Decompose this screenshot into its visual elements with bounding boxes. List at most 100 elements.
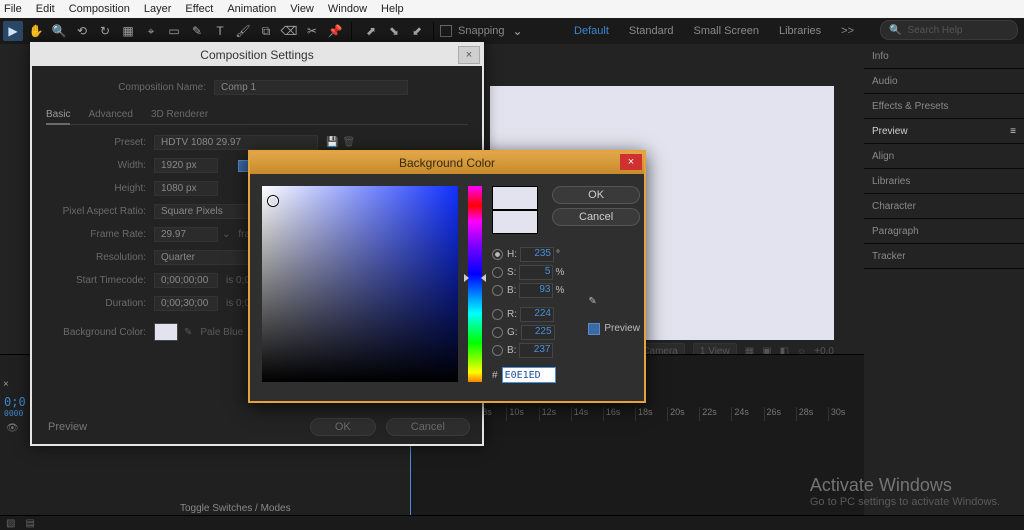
- clone-tool-icon[interactable]: ⧉: [256, 21, 276, 41]
- camera-tool-icon[interactable]: ▦: [118, 21, 138, 41]
- menu-window[interactable]: Window: [328, 3, 367, 15]
- comp-dlg-titlebar[interactable]: Composition Settings ×: [32, 44, 482, 66]
- panel-effects[interactable]: Effects & Presets: [864, 94, 1024, 119]
- bl-input[interactable]: 237: [519, 343, 553, 358]
- height-label: Height:: [46, 183, 146, 194]
- bgcolor-swatch[interactable]: [154, 323, 178, 341]
- green-radio[interactable]: [492, 327, 503, 338]
- preset-trash-icon[interactable]: 🗑: [342, 137, 355, 148]
- snapping-checkbox[interactable]: [440, 25, 452, 37]
- color-dlg-titlebar[interactable]: Background Color ×: [250, 152, 644, 174]
- workspace-more[interactable]: >>: [841, 25, 854, 37]
- panel-align[interactable]: Align: [864, 144, 1024, 169]
- view-axis-icon[interactable]: ⬋: [407, 21, 427, 41]
- menu-bar: File Edit Composition Layer Effect Anima…: [0, 0, 1024, 19]
- zoom-tool-icon[interactable]: 🔍: [49, 21, 69, 41]
- comp-tab-advanced[interactable]: Advanced: [88, 109, 132, 120]
- s-input[interactable]: 5: [519, 265, 553, 280]
- panel-audio[interactable]: Audio: [864, 69, 1024, 94]
- world-axis-icon[interactable]: ⬊: [384, 21, 404, 41]
- toggle-switches-modes[interactable]: Toggle Switches / Modes: [180, 503, 291, 514]
- tick: 26s: [764, 407, 796, 421]
- color-old-swatch[interactable]: [492, 210, 538, 234]
- red-radio[interactable]: [492, 309, 503, 320]
- width-input[interactable]: 1920 px: [154, 158, 218, 173]
- status-render-icon[interactable]: ▤: [25, 518, 34, 529]
- par-label: Pixel Aspect Ratio:: [46, 206, 146, 217]
- timeline-tab-close[interactable]: ×: [3, 379, 9, 390]
- roto-tool-icon[interactable]: ✂: [302, 21, 322, 41]
- panel-info[interactable]: Info: [864, 44, 1024, 69]
- search-help[interactable]: 🔍 Search Help: [880, 20, 1018, 40]
- current-time[interactable]: 0;0: [4, 395, 26, 409]
- menu-effect[interactable]: Effect: [185, 3, 213, 15]
- fps-input[interactable]: 29.97: [154, 227, 218, 242]
- comp-tab-3d[interactable]: 3D Renderer: [151, 109, 208, 120]
- menu-edit[interactable]: Edit: [36, 3, 55, 15]
- hue-radio[interactable]: [492, 249, 503, 260]
- brush-tool-icon[interactable]: 🖌: [233, 21, 253, 41]
- color-ok-button[interactable]: OK: [552, 186, 640, 204]
- color-dlg-close-button[interactable]: ×: [620, 154, 642, 170]
- menu-file[interactable]: File: [4, 3, 22, 15]
- preset-save-icon[interactable]: 💾: [326, 137, 338, 148]
- eraser-tool-icon[interactable]: ⌫: [279, 21, 299, 41]
- comp-ok-button[interactable]: OK: [310, 418, 376, 436]
- blue-radio[interactable]: [492, 345, 503, 356]
- orbit-tool-icon[interactable]: ⟲: [72, 21, 92, 41]
- menu-composition[interactable]: Composition: [69, 3, 130, 15]
- b-input[interactable]: 93: [519, 283, 553, 298]
- type-tool-icon[interactable]: T: [210, 21, 230, 41]
- comp-cancel-button[interactable]: Cancel: [386, 418, 470, 436]
- workspace-tabs: Default Standard Small Screen Libraries …: [574, 18, 854, 44]
- hue-pointer-right-icon: [481, 274, 486, 282]
- fps-drop-icon[interactable]: ⌄: [222, 229, 230, 240]
- r-input[interactable]: 224: [520, 307, 554, 322]
- sat-radio[interactable]: [492, 267, 503, 278]
- start-timecode-input[interactable]: 0;00;00;00: [154, 273, 218, 288]
- eyedropper-icon[interactable]: ✎: [184, 327, 192, 338]
- panel-preview[interactable]: Preview ≡: [864, 119, 1024, 144]
- h-input[interactable]: 235: [520, 247, 554, 262]
- selection-tool-icon[interactable]: ▶: [3, 21, 23, 41]
- panel-character[interactable]: Character: [864, 194, 1024, 219]
- hex-input[interactable]: [502, 367, 556, 383]
- puppet-tool-icon[interactable]: 📌: [325, 21, 345, 41]
- menu-layer[interactable]: Layer: [144, 3, 172, 15]
- comp-tab-basic[interactable]: Basic: [46, 109, 70, 125]
- width-label: Width:: [46, 160, 146, 171]
- menu-help[interactable]: Help: [381, 3, 404, 15]
- color-preview-checkbox[interactable]: [588, 323, 600, 335]
- snap-opt-icon[interactable]: ⌄: [508, 21, 528, 41]
- pen-tool-icon[interactable]: ✎: [187, 21, 207, 41]
- panel-tracker[interactable]: Tracker: [864, 244, 1024, 269]
- shape-tool-icon[interactable]: ▭: [164, 21, 184, 41]
- rotation-tool-icon[interactable]: ↻: [95, 21, 115, 41]
- bri-radio[interactable]: [492, 285, 503, 296]
- preset-select[interactable]: HDTV 1080 29.97: [154, 135, 318, 150]
- workspace-smallscreen[interactable]: Small Screen: [694, 25, 759, 37]
- comp-name-input[interactable]: Comp 1: [214, 80, 408, 95]
- local-axis-icon[interactable]: ⬈: [361, 21, 381, 41]
- panel-libraries[interactable]: Libraries: [864, 169, 1024, 194]
- panel-menu-icon[interactable]: ≡: [1010, 126, 1016, 137]
- menu-view[interactable]: View: [290, 3, 314, 15]
- duration-input[interactable]: 0;00;30;00: [154, 296, 218, 311]
- menu-animation[interactable]: Animation: [227, 3, 276, 15]
- saturation-value-field[interactable]: [262, 186, 458, 382]
- tool-row: ▶ ✋ 🔍 ⟲ ↻ ▦ ⌖ ▭ ✎ T 🖌 ⧉ ⌫ ✂ 📌 ⬈ ⬊ ⬋ Snap…: [0, 18, 1024, 45]
- hand-tool-icon[interactable]: ✋: [26, 21, 46, 41]
- color-cancel-button[interactable]: Cancel: [552, 208, 640, 226]
- hue-slider[interactable]: [468, 186, 482, 382]
- comp-name-label: Composition Name:: [106, 82, 206, 93]
- panel-paragraph[interactable]: Paragraph: [864, 219, 1024, 244]
- pan-behind-tool-icon[interactable]: ⌖: [141, 21, 161, 41]
- workspace-standard[interactable]: Standard: [629, 25, 674, 37]
- workspace-libraries[interactable]: Libraries: [779, 25, 821, 37]
- workspace-default[interactable]: Default: [574, 25, 609, 37]
- eyedropper-icon[interactable]: ✎: [588, 296, 602, 310]
- status-8bpc-icon[interactable]: ▧: [6, 518, 15, 529]
- comp-dlg-close-button[interactable]: ×: [458, 46, 480, 64]
- height-input[interactable]: 1080 px: [154, 181, 218, 196]
- g-input[interactable]: 225: [521, 325, 555, 340]
